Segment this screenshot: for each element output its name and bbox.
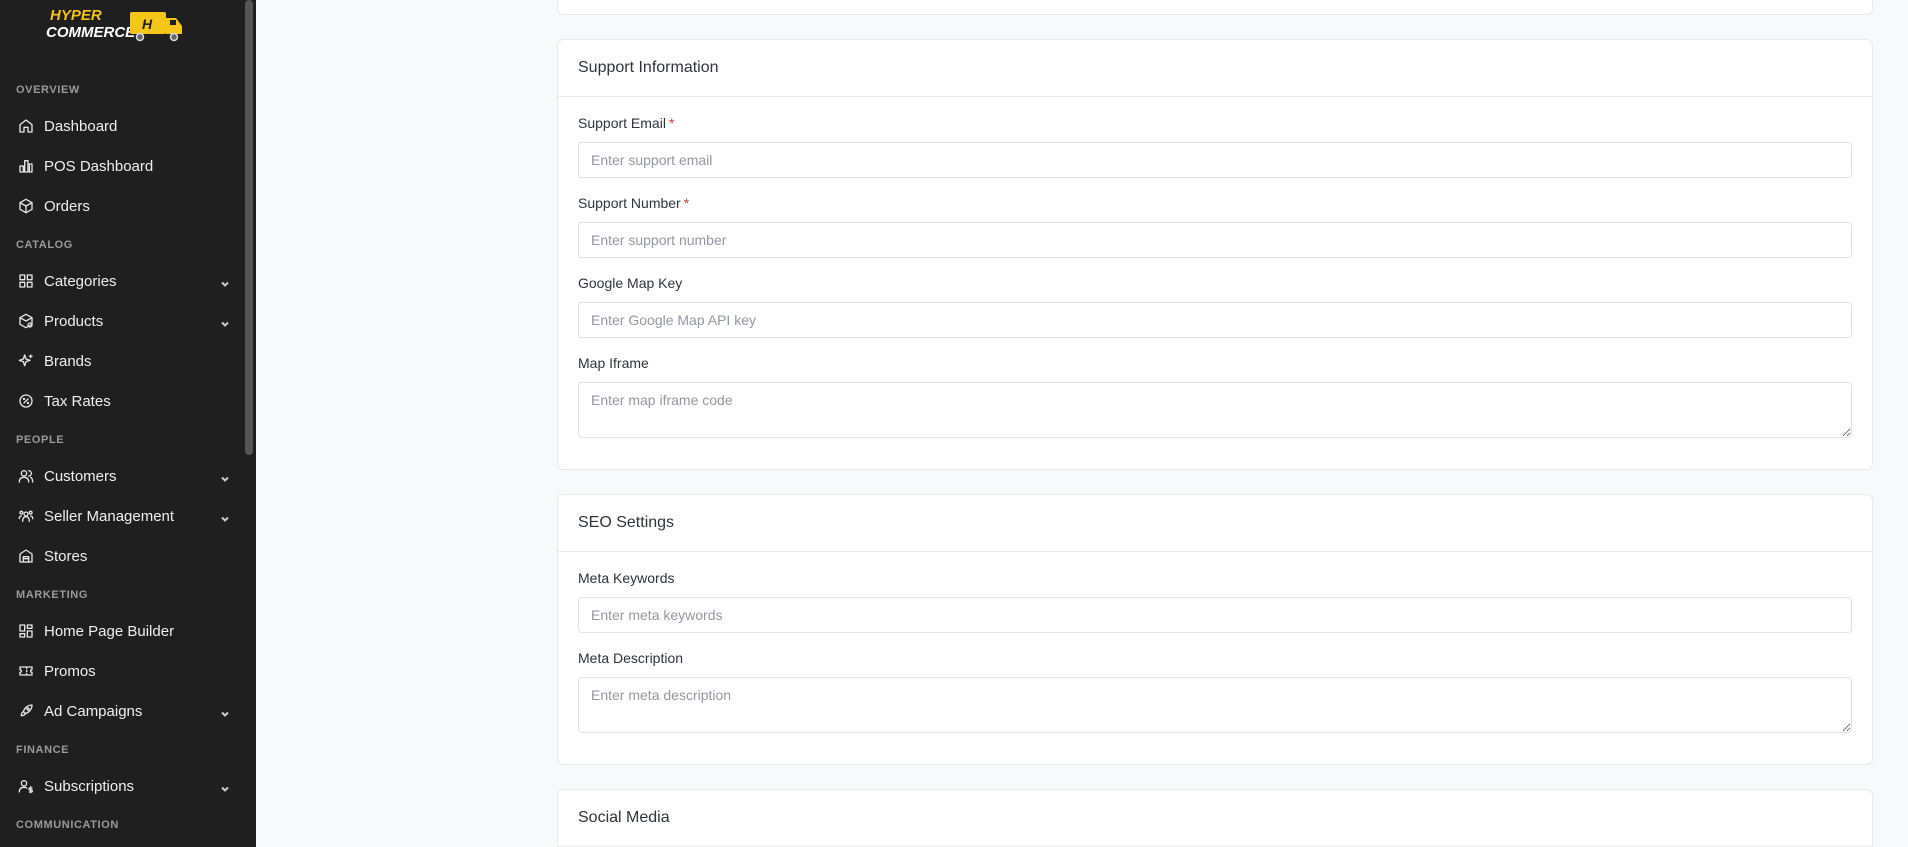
sidebar-item-label: Orders [44, 197, 90, 215]
sidebar-item-seller-management[interactable]: Seller Management [0, 498, 238, 534]
layout-icon [18, 623, 34, 639]
seo-settings-card: SEO Settings Meta Keywords Meta Descript… [557, 494, 1873, 765]
section-catalog: CATALOG [16, 239, 73, 251]
user-group-icon [18, 508, 34, 524]
bar-chart-icon [18, 158, 34, 174]
chevron-down-icon [220, 511, 230, 522]
sidebar-item-stores[interactable]: Stores [0, 538, 238, 574]
chevron-down-icon [220, 781, 230, 792]
sidebar-item-label: Subscriptions [44, 777, 135, 795]
logo-line2: COMMERCE [46, 24, 136, 41]
store-icon [18, 548, 34, 564]
sidebar-item-label: Dashboard [44, 117, 118, 135]
sidebar-scrollbar[interactable] [245, 0, 253, 455]
sidebar-item-products[interactable]: Products [0, 303, 238, 339]
sidebar-item-label: Ad Campaigns [44, 702, 143, 720]
chevron-down-icon [220, 706, 230, 717]
sidebar-item-label: Products [44, 312, 104, 330]
section-finance: FINANCE [16, 744, 70, 756]
chevron-down-icon [220, 316, 230, 327]
sidebar-item-customers[interactable]: Customers [0, 458, 238, 494]
brand-logo[interactable]: HYPER COMMERCE H [44, 4, 200, 44]
required-mark: * [668, 115, 675, 131]
map-iframe-textarea[interactable] [578, 382, 1852, 438]
meta-keywords-input[interactable] [578, 597, 1852, 633]
required-mark: * [683, 195, 690, 211]
meta-keywords-label: Meta Keywords [578, 570, 675, 586]
section-overview: OVERVIEW [16, 84, 80, 96]
chevron-down-icon [220, 276, 230, 287]
previous-settings-card [557, 0, 1873, 15]
sidebar-item-label: POS Dashboard [44, 157, 154, 175]
sidebar-item-pos-dashboard[interactable]: POS Dashboard [0, 148, 238, 184]
home-icon [18, 118, 34, 134]
section-people: PEOPLE [16, 434, 65, 446]
card-title: SEO Settings [558, 495, 1872, 552]
support-number-input[interactable] [578, 222, 1852, 258]
card-title: Social Media [558, 790, 1872, 847]
sidebar-item-label: Categories [44, 272, 117, 290]
card-title: Support Information [558, 40, 1872, 97]
sidebar-item-ad-campaigns[interactable]: Ad Campaigns [0, 693, 238, 729]
sidebar-item-brands[interactable]: Brands [0, 343, 238, 379]
google-map-key-input[interactable] [578, 302, 1852, 338]
rocket-icon [18, 703, 34, 719]
grid-icon [18, 273, 34, 289]
sidebar-item-home-page-builder[interactable]: Home Page Builder [0, 613, 238, 649]
support-information-card: Support Information Support Email* Suppo… [557, 39, 1873, 470]
map-iframe-label: Map Iframe [578, 355, 649, 371]
sparkles-icon [18, 353, 34, 369]
users-icon [18, 468, 34, 484]
sidebar-item-categories[interactable]: Categories [0, 263, 238, 299]
section-marketing: MARKETING [16, 589, 89, 601]
box-icon [18, 198, 34, 214]
meta-description-textarea[interactable] [578, 677, 1852, 733]
google-map-key-label: Google Map Key [578, 275, 683, 291]
sidebar-item-tax-rates[interactable]: Tax Rates [0, 383, 238, 419]
meta-description-label: Meta Description [578, 650, 684, 666]
logo-line1: HYPER [50, 7, 102, 24]
sidebar-item-label: Promos [44, 662, 96, 680]
sidebar: HYPER COMMERCE H OVERVIEW Dashboard POS … [0, 0, 256, 847]
sidebar-item-orders[interactable]: Orders [0, 188, 238, 224]
section-communication: COMMUNICATION [16, 819, 119, 831]
package-icon [18, 313, 34, 329]
percent-badge-icon [18, 393, 34, 409]
logo-badge: H [142, 16, 153, 32]
support-email-label: Support Email * [578, 115, 675, 131]
sidebar-item-promos[interactable]: Promos [0, 653, 238, 689]
sidebar-item-subscriptions[interactable]: Subscriptions [0, 768, 238, 804]
sidebar-item-label: Stores [44, 547, 88, 565]
social-media-card: Social Media [557, 789, 1873, 847]
user-dollar-icon [18, 778, 34, 794]
support-number-label: Support Number * [578, 195, 690, 211]
sidebar-item-label: Seller Management [44, 507, 175, 525]
support-email-input[interactable] [578, 142, 1852, 178]
sidebar-item-dashboard[interactable]: Dashboard [0, 108, 238, 144]
chevron-down-icon [220, 471, 230, 482]
sidebar-item-label: Brands [44, 352, 92, 370]
sidebar-item-label: Home Page Builder [44, 622, 175, 640]
sidebar-item-label: Tax Rates [44, 392, 111, 410]
sidebar-item-label: Customers [44, 467, 117, 485]
ticket-icon [18, 663, 34, 679]
